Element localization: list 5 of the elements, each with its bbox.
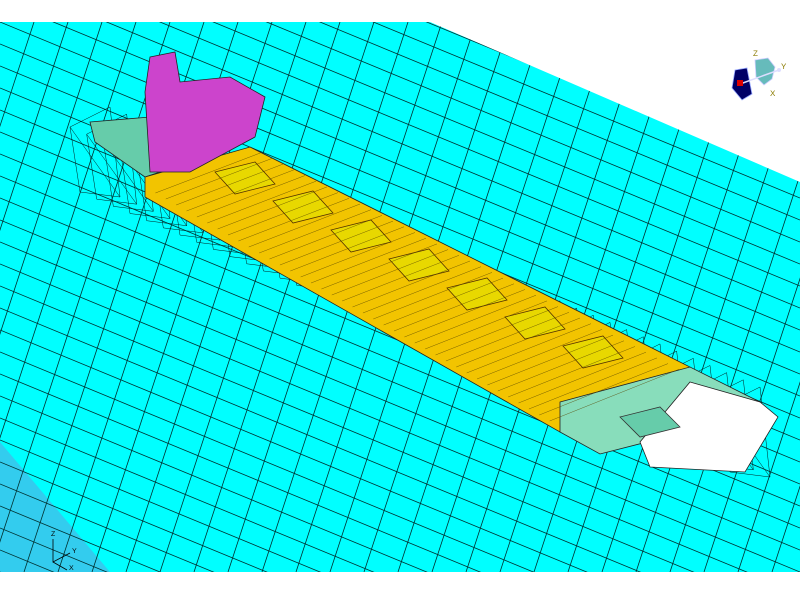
axis-triad-icon bbox=[52, 538, 70, 570]
axis-label: X bbox=[770, 89, 776, 98]
axis-label: Y bbox=[781, 62, 786, 71]
view-cube-icon[interactable] bbox=[732, 58, 781, 101]
axis-label: Z bbox=[753, 49, 758, 58]
